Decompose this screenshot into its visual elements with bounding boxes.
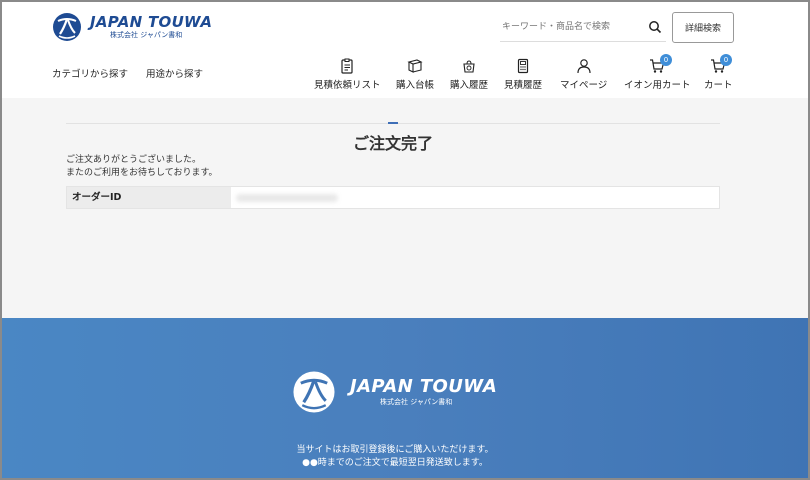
brand-name-jp: 株式会社 ジャパン書和 [110, 31, 183, 39]
order-id-label: オーダーID [67, 187, 231, 208]
brand-logo-icon [293, 371, 335, 413]
site-footer: JAPAN TOUWA 株式会社 ジャパン書和 当サイトはお取引登録後にご購入い… [0, 318, 810, 480]
nav-label: 購入台帳 [396, 80, 435, 91]
user-icon [577, 59, 591, 74]
title-accent [388, 122, 398, 124]
nav-aeon-cart[interactable]: 0 イオン用カート [624, 54, 691, 91]
nav-label: 見積依頼リスト [314, 80, 381, 91]
nav-quote-request-list[interactable]: 見積依頼リスト [314, 58, 381, 91]
cart-count-badge: 0 [720, 54, 732, 66]
book-icon [407, 59, 423, 73]
clipboard-list-icon [341, 58, 353, 74]
nav-cart[interactable]: 0 カート [704, 54, 733, 91]
cart-count-badge: 0 [660, 54, 672, 66]
nav-purchase-ledger[interactable]: 購入台帳 [396, 58, 434, 91]
redacted-order-id [236, 194, 338, 202]
site-header: JAPAN TOUWA 株式会社 ジャパン書和 詳細検索 カテゴリから探す 用途… [0, 0, 810, 98]
nav-label: イオン用カート [624, 80, 691, 91]
footer-note-line: 当サイトはお取引登録後にご購入いただけます。 [296, 445, 494, 455]
thank-you-message: ご注文ありがとうございました。 またのご利用をお待ちしております。 [66, 154, 218, 180]
footer-note: 当サイトはお取引登録後にご購入いただけます。 ●●時までのご注文で最短翌日発送致… [0, 444, 790, 470]
nav-label: カート [704, 80, 733, 91]
nav-quote-history[interactable]: 見積履歴 [504, 58, 542, 91]
brand-name-en: JAPAN TOUWA [90, 13, 213, 31]
nav-my-page[interactable]: マイページ [560, 58, 607, 91]
search-icon[interactable] [648, 20, 662, 34]
message-line: ご注文ありがとうございました。 [66, 155, 202, 165]
nav-label: 見積履歴 [504, 80, 543, 91]
nav-label: 購入履歴 [450, 80, 489, 91]
order-id-row: オーダーID [66, 186, 720, 209]
footer-logo[interactable]: JAPAN TOUWA 株式会社 ジャパン書和 [292, 370, 497, 414]
brand-logo-icon [53, 13, 81, 41]
advanced-search-button[interactable]: 詳細検索 [672, 12, 734, 43]
site-logo[interactable]: JAPAN TOUWA 株式会社 ジャパン書和 [52, 12, 212, 42]
order-complete-panel: ご注文完了 ご注文ありがとうございました。 またのご利用をお待ちしております。 … [66, 122, 720, 292]
page-title: ご注文完了 [352, 134, 433, 153]
footer-brand-name-jp: 株式会社 ジャパン書和 [380, 398, 453, 406]
footer-brand-name-en: JAPAN TOUWA [350, 376, 498, 397]
icon-nav: 見積依頼リスト 購入台帳 購入履歴 見積履歴 マイページ 0 イオン用カート 0… [0, 54, 810, 94]
calculator-icon [517, 58, 529, 74]
main-content: ご注文完了 ご注文ありがとうございました。 またのご利用をお待ちしております。 … [0, 98, 810, 318]
search-box [500, 14, 666, 42]
history-bag-icon [463, 60, 475, 73]
order-id-value [231, 187, 719, 208]
nav-label: マイページ [560, 80, 608, 91]
message-line: またのご利用をお待ちしております。 [66, 168, 218, 178]
search-input[interactable] [500, 14, 640, 40]
footer-note-line: ●●時までのご注文で最短翌日発送致します。 [302, 458, 488, 468]
nav-purchase-history[interactable]: 購入履歴 [450, 58, 488, 91]
